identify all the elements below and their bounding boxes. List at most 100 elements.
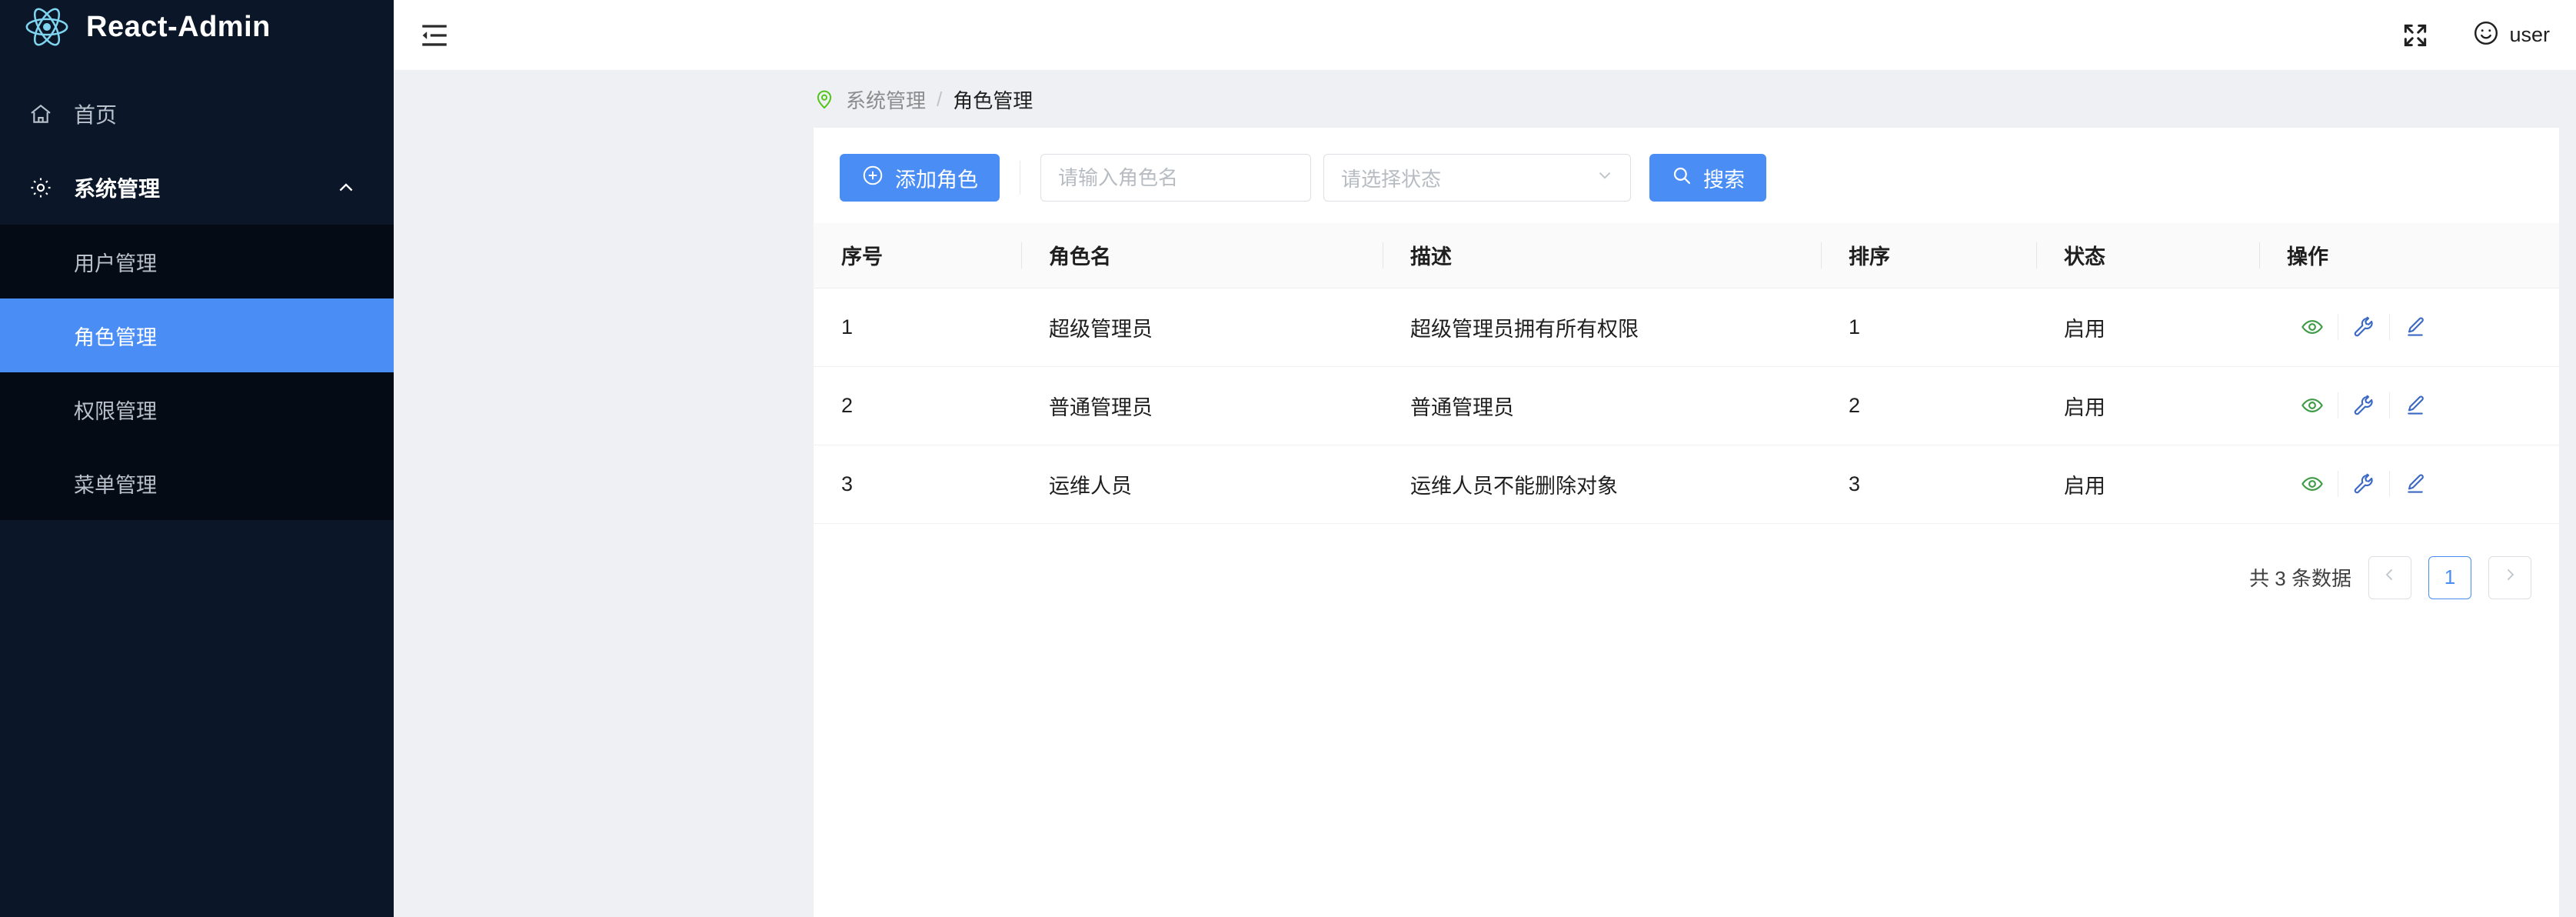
cell-desc: 超级管理员拥有所有权限 <box>1383 288 1821 367</box>
cell-ops <box>2259 288 2559 367</box>
cell-desc: 运维人员不能删除对象 <box>1383 445 1821 524</box>
status-select-value: 请选择状态 <box>1341 167 1442 191</box>
col-header-name: 角色名 <box>1021 223 1383 288</box>
breadcrumb-separator: / <box>937 87 943 111</box>
roles-table-body: 1 超级管理员 超级管理员拥有所有权限 1 启用 2 普通管理员 普通管理员 2… <box>814 288 2559 524</box>
view-role-button[interactable] <box>2287 305 2338 348</box>
sidebar-item-system[interactable]: 系统管理 <box>0 151 394 225</box>
status-select[interactable]: 请选择状态 <box>1323 154 1631 202</box>
status-badge: 启用 <box>2036 288 2259 367</box>
topbar: user <box>394 0 2576 71</box>
roles-table-head: 序号 角色名 描述 排序 状态 操作 <box>814 223 2559 288</box>
col-header-index: 序号 <box>814 223 1021 288</box>
fullscreen-expand-icon[interactable] <box>2397 17 2434 54</box>
row-actions <box>2287 462 2559 505</box>
cell-sort: 3 <box>1821 445 2036 524</box>
cell-name: 超级管理员 <box>1021 288 1383 367</box>
sidebar: React-Admin 首页 系统管理 用户管理 角色管理 权限管理 菜单管理 <box>0 0 394 917</box>
toolbar: 添加角色 请选择状态 <box>814 128 2559 202</box>
cell-index: 1 <box>814 288 1021 367</box>
plus-circle-icon <box>861 164 884 192</box>
edit-role-button[interactable] <box>2390 384 2441 427</box>
cell-index: 3 <box>814 445 1021 524</box>
sidebar-item-home[interactable]: 首页 <box>0 77 394 151</box>
pencil-icon <box>2408 395 2424 415</box>
cell-ops <box>2259 366 2559 445</box>
cell-sort: 2 <box>1821 366 2036 445</box>
breadcrumb-parent[interactable]: 系统管理 <box>846 85 926 114</box>
col-header-ops: 操作 <box>2259 223 2559 288</box>
sidebar-item-permissions[interactable]: 权限管理 <box>0 372 394 446</box>
table-row: 1 超级管理员 超级管理员拥有所有权限 1 启用 <box>814 288 2559 367</box>
pencil-icon <box>2408 474 2424 493</box>
row-actions <box>2287 384 2559 427</box>
main-area: user 系统管理 / 角色管理 添加角色 请输入角色名 请选择状态 搜索 序号… <box>394 0 2576 917</box>
breadcrumb: 系统管理 / 角色管理 <box>394 71 2576 128</box>
chevron-right-icon <box>2501 565 2519 589</box>
pagination-page-label: 1 <box>2444 565 2456 589</box>
add-role-label: 添加角色 <box>895 168 978 192</box>
chevron-down-icon <box>1595 165 1615 191</box>
sidebar-item-label-system: 系统管理 <box>74 177 161 201</box>
row-actions <box>2287 305 2559 348</box>
brand-header[interactable]: React-Admin <box>0 0 394 54</box>
cell-name: 运维人员 <box>1021 445 1383 524</box>
cell-desc: 普通管理员 <box>1383 366 1821 445</box>
sidebar-item-label-home: 首页 <box>74 103 118 127</box>
cell-index: 2 <box>814 366 1021 445</box>
search-label: 搜索 <box>1703 168 1745 192</box>
sidebar-item-label-users: 用户管理 <box>74 252 157 275</box>
content-wrapper: 添加角色 请选择状态 <box>394 128 2576 917</box>
search-button[interactable]: 搜索 <box>1649 154 1766 202</box>
status-badge: 启用 <box>2036 445 2259 524</box>
chevron-left-icon <box>2381 565 2399 589</box>
wrench-icon <box>2354 473 2373 494</box>
react-atom-icon <box>25 8 68 46</box>
topbar-actions: user <box>2397 17 2550 54</box>
pencil-icon <box>2408 317 2424 336</box>
sidebar-item-users[interactable]: 用户管理 <box>0 225 394 298</box>
edit-role-button[interactable] <box>2390 462 2441 505</box>
wrench-icon <box>2354 316 2373 337</box>
eye-icon <box>2301 398 2323 412</box>
table-row: 2 普通管理员 普通管理员 2 启用 <box>814 366 2559 445</box>
location-pin-icon <box>817 90 832 109</box>
sidebar-item-roles[interactable]: 角色管理 <box>0 298 394 372</box>
pagination: 共 3 条数据 1 <box>814 524 2559 599</box>
app-root: React-Admin 首页 系统管理 用户管理 角色管理 权限管理 菜单管理 … <box>0 0 2576 917</box>
table-row: 3 运维人员 运维人员不能删除对象 3 启用 <box>814 445 2559 524</box>
sidebar-item-menus[interactable]: 菜单管理 <box>0 446 394 520</box>
view-role-button[interactable] <box>2287 384 2338 427</box>
sidebar-menu: 首页 系统管理 用户管理 角色管理 权限管理 菜单管理 <box>0 77 394 520</box>
status-badge: 启用 <box>2036 366 2259 445</box>
permission-role-button[interactable] <box>2338 462 2389 505</box>
smiley-face-icon <box>2472 19 2500 51</box>
edit-role-button[interactable] <box>2390 305 2441 348</box>
gear-icon <box>28 175 54 201</box>
permission-role-button[interactable] <box>2338 305 2389 348</box>
roles-table: 序号 角色名 描述 排序 状态 操作 1 超级管理员 超级管理员拥有所有权限 1… <box>814 223 2559 524</box>
view-role-button[interactable] <box>2287 462 2338 505</box>
user-menu[interactable]: user <box>2472 19 2550 51</box>
sidebar-submenu-system: 用户管理 角色管理 权限管理 菜单管理 <box>0 225 394 520</box>
sidebar-item-label-roles: 角色管理 <box>74 325 157 349</box>
brand-title: React-Admin <box>86 10 271 43</box>
chevron-up-icon <box>335 177 357 198</box>
sidebar-item-label-menus: 菜单管理 <box>74 473 157 497</box>
sidebar-item-label-permissions: 权限管理 <box>74 399 157 423</box>
menu-fold-icon[interactable] <box>414 15 455 56</box>
eye-icon <box>2301 477 2323 491</box>
role-name-input[interactable] <box>1040 154 1311 202</box>
col-header-sort: 排序 <box>1821 223 2036 288</box>
add-role-button[interactable]: 添加角色 <box>840 154 1000 202</box>
cell-sort: 1 <box>1821 288 2036 367</box>
pagination-next-button[interactable] <box>2488 555 2531 599</box>
pagination-prev-button[interactable] <box>2368 555 2411 599</box>
cell-name: 普通管理员 <box>1021 366 1383 445</box>
col-header-status: 状态 <box>2036 223 2259 288</box>
pagination-page-1[interactable]: 1 <box>2428 555 2471 599</box>
search-icon <box>1671 165 1692 192</box>
permission-role-button[interactable] <box>2338 384 2389 427</box>
wrench-icon <box>2354 395 2373 415</box>
user-name-label: user <box>2509 23 2550 46</box>
